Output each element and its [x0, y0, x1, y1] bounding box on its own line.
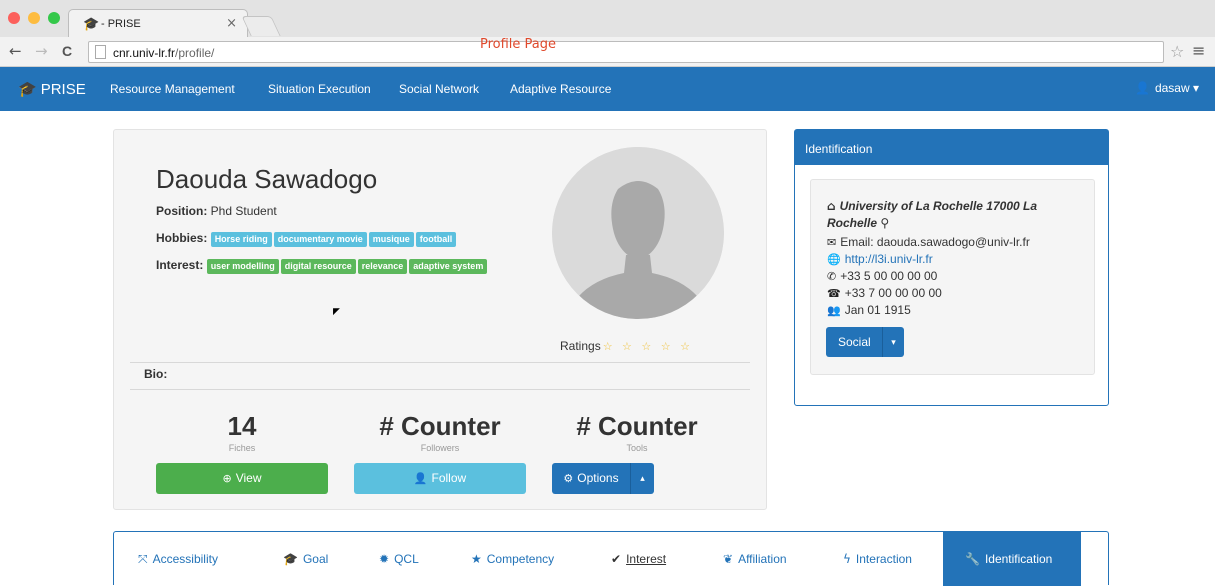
mouse-cursor-icon: ◤: [333, 306, 340, 316]
browser-toolbar: ← → C cnr.univ-lr.fr/profile/ ☆ ≡: [0, 37, 1215, 67]
nav-social-network[interactable]: Social Network: [399, 82, 479, 96]
interest-tag: relevance: [357, 259, 408, 274]
university-address: ⌂ University of La Rochelle 17000 La Roch…: [827, 199, 1038, 230]
tab-identification[interactable]: 🔧 Identification: [943, 532, 1081, 586]
nav-situation-execution[interactable]: Situation Execution: [268, 82, 371, 96]
graduation-cap-icon: 🎓: [83, 17, 100, 32]
map-marker-icon: ⚲: [880, 216, 890, 230]
expand-icon: ⤧: [138, 552, 148, 566]
tab-interest[interactable]: ✔ Interest: [611, 552, 666, 566]
fax-line: ☎ +33 7 00 00 00 00: [827, 286, 942, 300]
website-line: 🌐 http://l3i.univ-lr.fr: [827, 252, 933, 266]
tab-interaction[interactable]: ϟ Interaction: [843, 552, 912, 566]
hobby-tag: musique: [368, 232, 414, 247]
profile-card: Daouda Sawadogo Position: Phd Student Ho…: [113, 129, 767, 510]
tab-qcl[interactable]: ✹ QCL: [379, 552, 419, 566]
user-icon: 👤: [413, 472, 428, 485]
user-icon: 👤: [1135, 81, 1150, 95]
check-icon: ✔: [611, 552, 622, 566]
close-window-button[interactable]: [8, 12, 20, 24]
hobby-tag: football: [415, 232, 457, 247]
bookmark-star-icon[interactable]: ☆: [1170, 42, 1184, 61]
page-icon: [95, 45, 106, 59]
stat-tools: # Counter Tools: [576, 411, 698, 453]
options-button[interactable]: ⚙ Options ▴: [552, 463, 654, 494]
star-icon: ★: [471, 552, 482, 566]
interest-tag: adaptive system: [409, 259, 488, 274]
users-icon: 👥: [827, 304, 841, 317]
gear-icon: ⚙: [563, 472, 574, 485]
birthdate-line: 👥 Jan 01 1915: [827, 303, 911, 317]
nav-adaptive-resource[interactable]: Adaptive Resource: [510, 82, 611, 96]
forward-arrow-icon[interactable]: →: [35, 42, 48, 60]
social-button[interactable]: Social ▾: [826, 327, 904, 357]
globe-icon: 🌐: [827, 253, 841, 266]
tab-competency[interactable]: ★ Competency: [471, 552, 554, 566]
follow-button[interactable]: 👤 Follow: [354, 463, 526, 494]
email-line: ✉ Email: daouda.sawadogo@univ-lr.fr: [827, 235, 1030, 249]
avatar-silhouette-icon: [552, 147, 724, 319]
graduation-cap-icon: 🎓: [18, 80, 37, 98]
chevron-down-icon[interactable]: ▾: [882, 327, 904, 357]
back-arrow-icon[interactable]: ←: [9, 42, 22, 60]
divider: [130, 389, 750, 390]
stat-followers: # Counter Followers: [379, 411, 501, 453]
phone-line: ✆ +33 5 00 00 00 00: [827, 269, 938, 283]
minimize-window-button[interactable]: [28, 12, 40, 24]
position-row: Position: Phd Student: [156, 204, 277, 218]
tab-title: - PRISE: [101, 18, 141, 30]
maximize-window-button[interactable]: [48, 12, 60, 24]
hobby-tag: Horse riding: [210, 232, 272, 247]
identification-well: ⌂ University of La Rochelle 17000 La Roch…: [810, 179, 1095, 375]
home-icon: ⌂: [827, 199, 836, 213]
hobbies-row: Hobbies: Horse riding documentary movie mu…: [156, 231, 458, 247]
divider: [130, 362, 750, 363]
reload-icon[interactable]: C: [62, 43, 72, 59]
certificate-icon: ✹: [379, 552, 390, 566]
star-rating-icon[interactable]: ☆ ☆ ☆ ☆ ☆: [603, 340, 693, 353]
website-link[interactable]: http://l3i.univ-lr.fr: [845, 252, 933, 266]
avatar: [552, 147, 724, 319]
graduation-cap-icon: 🎓: [283, 552, 298, 566]
interest-tag: user modelling: [206, 259, 279, 274]
close-tab-icon[interactable]: ×: [226, 16, 237, 31]
interest-tag: digital resource: [280, 259, 356, 274]
tab-affiliation[interactable]: ❦ Affiliation: [723, 552, 787, 566]
nav-resource-management[interactable]: Resource Management: [110, 82, 235, 96]
envelope-icon: ✉: [827, 236, 837, 249]
browser-menu-icon[interactable]: ≡: [1192, 41, 1205, 60]
top-navbar: 🎓 PRISE Resource Management Situation Exe…: [0, 67, 1215, 111]
page-annotation: Profile Page: [480, 37, 557, 52]
tab-goal[interactable]: 🎓 Goal: [283, 552, 328, 566]
url-text: cnr.univ-lr.fr/profile/: [113, 46, 215, 60]
bolt-icon: ϟ: [843, 552, 851, 566]
browser-tabstrip: 🎓 - PRISE ×: [0, 0, 1215, 37]
hobby-tag: documentary movie: [273, 232, 367, 247]
phone-icon: ✆: [827, 270, 837, 283]
tab-accessibility[interactable]: ⤧ Accessibility: [138, 552, 218, 567]
plus-circle-icon: ⊕: [222, 472, 232, 485]
stat-fiches: 14 Fiches: [227, 411, 257, 453]
view-button[interactable]: ⊕ View: [156, 463, 328, 494]
interest-row: Interest: user modelling digital resource…: [156, 258, 489, 274]
identification-title: Identification: [795, 130, 1108, 165]
fax-icon: ☎: [827, 287, 841, 300]
brand-link[interactable]: 🎓 PRISE: [18, 80, 86, 98]
bio-label: Bio:: [144, 367, 168, 381]
address-bar[interactable]: cnr.univ-lr.fr/profile/: [88, 41, 1164, 63]
chevron-up-icon[interactable]: ▴: [630, 463, 654, 494]
ratings: Ratings ☆ ☆ ☆ ☆ ☆: [560, 339, 693, 353]
leaf-icon: ❦: [723, 552, 734, 566]
browser-tab[interactable]: 🎓 - PRISE ×: [68, 9, 248, 37]
section-tabs: ⤧ Accessibility 🎓 Goal ✹ QCL ★ Competency ✔ I…: [113, 531, 1109, 586]
wrench-icon: 🔧: [965, 552, 980, 566]
profile-name: Daouda Sawadogo: [156, 164, 378, 194]
identification-panel: Identification ⌂ University of La Rochell…: [794, 129, 1109, 406]
user-menu-dropdown[interactable]: 👤 dasaw ▾: [1135, 81, 1199, 95]
